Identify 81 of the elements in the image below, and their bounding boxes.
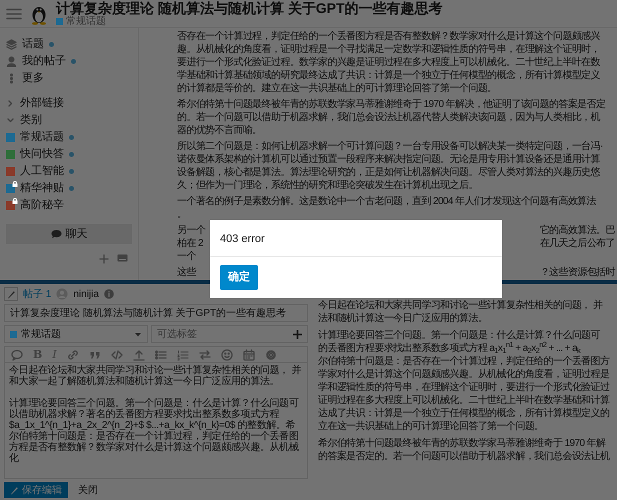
preview-line: 法和随机计算这一今日广泛应用的算法。: [318, 312, 488, 325]
text-line: 久；但作为一门理论，系统性的研究和理论突破发生在计算机出现之后。: [177, 179, 479, 192]
chat-button[interactable]: 聊天: [6, 224, 132, 244]
text-line: 的。若一个问题可以借助于机器求解，我们总会设法让机器代替人类解决该问题，因为与人类相比，机: [177, 111, 602, 124]
post-editor[interactable]: [4, 362, 308, 479]
preview-line: 的丢番图方程要求找出整系数多项式方程 a$_{1}$x$_{1}$$^{n1}$ + a$_{2}$x$_{2}$$^{n2}$ + ... + a$_{k}$: [318, 342, 582, 355]
topic-title[interactable]: 计算复杂度理论 随机算法与随机计算 关于GPT的一些有趣思考: [56, 0, 443, 16]
text-line: 要进行一个形式化验证过程。数学家的兴趣是证明过程在多大程度上可以机械化。二十世纪上半叶在数: [177, 56, 602, 69]
editor-paragraph: 今日起在论坛和大家共同学习和讨论一些计算复杂性相关的问题， 并和大家一起了解随机算法和随机计算这一今日广泛应用的算法。: [9, 365, 302, 387]
numbered-list-button[interactable]: [176, 348, 189, 360]
swap-arrows-button[interactable]: [198, 348, 211, 360]
code-button[interactable]: [110, 348, 123, 360]
smiley-button[interactable]: [220, 348, 233, 360]
save-button[interactable]: 保存编辑: [4, 482, 68, 498]
text-line: 在几天之后公布了: [540, 237, 615, 250]
editor-paragraph: 计算理论要回答三个问题。第一个问题是：什么是计算？什么问题可以借助机器求解？著名的丢番图方程要求找出整系数多项式方程 $a_1x_1^{n_1}+a_2x_2^{n_2}+$ $...+a_kx_k^{n_k}=0$ 的整数解。希尔伯特第十问题是：是否存在一个计算过程，判定任给的一个丢番图方程是否有整数解？数学家对什么是计算这个问题颇感兴趣。从机械化: [9, 398, 300, 464]
text-line: 。: [177, 208, 188, 221]
preview-line: 希尔伯特第十问题最终被年青的苏联数学家马蒂雅谢维奇于 1970 年解: [318, 437, 607, 450]
text-line: 一个: [177, 250, 197, 263]
gear-button[interactable]: [264, 348, 277, 360]
text-line: 趣。从机械化的角度看，证明过程是一个寻找满足一定数学和逻辑性质的符号串，在理解这个证明时，: [177, 43, 602, 56]
text-line: 否存在一个计算过程，判定任给的一个丢番图方程是否有整数解？数学家对什么是计算这个问题颇感兴: [177, 30, 602, 43]
text-line: 一个著名的例子是素数分解。这是数论中一个古老问题，直到 2004 年人们才发现这个问题有高效算法: [177, 195, 598, 208]
edit-button[interactable]: [4, 287, 18, 301]
link-button[interactable]: [66, 348, 79, 360]
preview-line: 立在这一共识基础上的可计算理论回答了第一个问题。: [318, 420, 545, 433]
preview-line: 今日起在论坛和大家共同学习和讨论一些计算复杂性相关的问题， 并: [318, 299, 604, 312]
ok-button[interactable]: 确定: [220, 265, 258, 290]
preview-line: 证明过程在多大程度上可以机械化。二十世纪上半叶在数学基础和计算: [318, 394, 610, 407]
pencil-icon: [6, 290, 16, 298]
preview-line: 的答案是否定的。若一个问题可以借助于机器求解，我们总会设法让机: [318, 450, 611, 463]
close-link[interactable]: 关闭: [78, 482, 98, 498]
menu-icon[interactable]: [6, 8, 22, 20]
calendar-button[interactable]: [242, 348, 255, 360]
preview-line: 学家对什么是计算这个问题颇感兴趣。从机械化的角度看，证明过程是: [318, 368, 610, 381]
title-field[interactable]: 计算复杂度理论 随机算法与随机计算 关于GPT的一些有趣思考: [4, 304, 308, 322]
text-line: 所以第二个问题是：如何让机器求解一个可计算问题？一台专用设备可以解决某一类特定问题，一台冯·: [177, 140, 604, 153]
bulleted-list-button[interactable]: [154, 348, 167, 360]
text-line: 的计算都是等价的。建立在这一共识基础上的可计算理论回答了第一个问题。: [177, 82, 498, 95]
text-line: 它的高效算法。巴: [540, 224, 615, 237]
preview-line: 尔伯特第十问题是：是否存在一个计算过程，判定任给的一个丢番图方: [318, 355, 610, 368]
error-message: 403 error: [220, 233, 265, 245]
info-icon[interactable]: [104, 289, 114, 299]
sidebar-link[interactable]: 更多: [22, 70, 44, 87]
category-select[interactable]: 常规话题: [4, 325, 148, 343]
section-heading[interactable]: 外部链接: [20, 95, 64, 112]
plus-icon[interactable]: [99, 254, 109, 264]
text-line: 希尔伯特第十问题最终被年青的苏联数学家马蒂雅谢维奇于 1970 年解决，他证明了该问题的答案是否定: [177, 98, 606, 111]
tag-input-field[interactable]: 可选标签: [157, 326, 289, 342]
preview-line: 达成了共识：计算是一个独立于任何模型的概念，所有计算模型定义的: [318, 407, 610, 420]
preview-line: 学和逻辑性质的符号串，在理解这个证明时，要进行一个形式化验证过: [318, 381, 610, 394]
preview-line: 计算理论要回答三个问题。第一个问题是：什么是计算？什么问题可: [318, 329, 602, 342]
post-link[interactable]: 帖子 1: [23, 286, 52, 302]
sidebar-link[interactable]: 我的帖子: [22, 53, 66, 70]
category-name[interactable]: 常规话题: [66, 16, 106, 27]
text-line: 诺依曼体系架构的计算机可以通过预置一段程序来解决指定问题。无论是用专用计算设备还是通用计算: [177, 153, 602, 166]
caret-down-icon: [134, 332, 142, 336]
pencil-icon: [10, 486, 19, 494]
text-line: 学基础和计算基础领域的研究最终达成了共识：计算是一个独立于任何模型的概念，所有计算模型定义: [177, 69, 602, 82]
section-heading[interactable]: 类别: [20, 112, 42, 129]
text-line: 这些: [177, 266, 196, 279]
plus-icon[interactable]: [293, 330, 302, 338]
text-line: ？这些资源包括时: [540, 266, 615, 279]
keyboard-icon[interactable]: [117, 254, 128, 262]
speech-bubble-button[interactable]: [11, 348, 23, 360]
tag-chooser[interactable]: 可选标签: [151, 325, 308, 343]
user-icon: [6, 56, 17, 67]
speech-bubble-icon: [50, 229, 62, 239]
category-link[interactable]: 精华神贴: [20, 180, 64, 197]
category-link[interactable]: 常规话题: [20, 129, 64, 146]
username: ninijia: [73, 288, 99, 302]
text-line: 另一个: [177, 224, 206, 237]
layers-icon: [6, 39, 17, 50]
category-link[interactable]: 人工智能: [20, 163, 64, 180]
sidebar-link[interactable]: 话题: [22, 36, 44, 53]
category-link[interactable]: 高阶秘辛: [20, 197, 64, 214]
text-line: 设备解题，核心都是算法。算法理论研究的，正是如何让机器解决问题。尽管人类对算法的兴趣历史悠: [177, 166, 602, 179]
category-link[interactable]: 快问快答: [20, 146, 64, 163]
text-line: 器的优势不言而喻。: [177, 124, 263, 137]
upload-button[interactable]: [132, 348, 145, 360]
text-line: 柏在 2: [177, 237, 203, 250]
